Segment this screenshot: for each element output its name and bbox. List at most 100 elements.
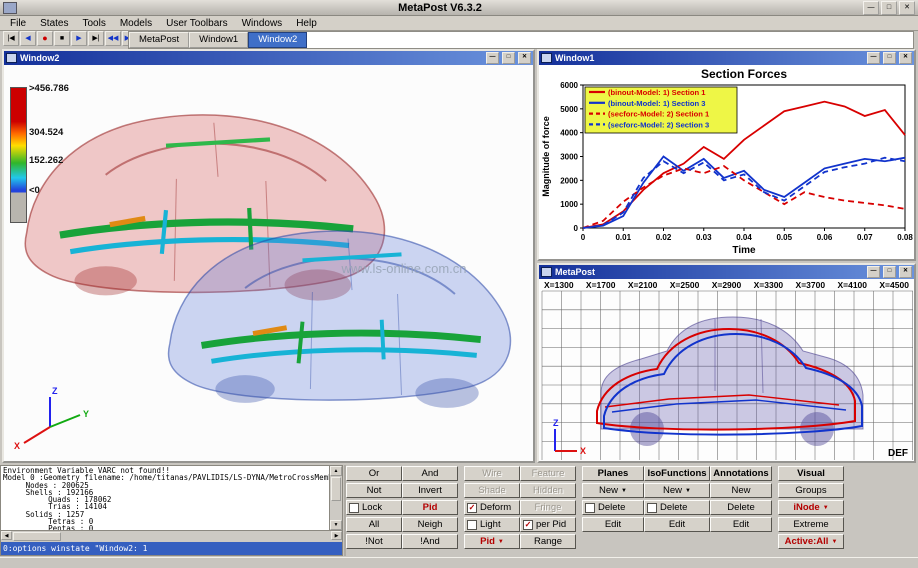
console-lines: Environment Variable VARC not found!!Mod… [3, 467, 328, 530]
hidden-button[interactable]: Hidden [520, 483, 576, 498]
close-icon[interactable]: ✕ [899, 52, 912, 64]
minimize-icon[interactable]: — [867, 266, 880, 278]
horizontal-scrollbar[interactable]: ◀ ▶ [1, 530, 342, 542]
menu-item-0[interactable]: File [4, 18, 32, 29]
neigh-button[interactable]: Neigh [402, 517, 458, 532]
not-button[interactable]: Not [346, 483, 402, 498]
window-icon [6, 53, 17, 63]
vcr-controls: |◀ ◀ ● ■ ▶ ▶| ◀◀ ▶▶ [3, 31, 138, 46]
scroll-up-icon[interactable]: ▲ [330, 466, 342, 476]
planes-delete-toggle[interactable]: Delete [582, 500, 644, 515]
menu-item-4[interactable]: User Toolbars [160, 18, 234, 29]
groups-button[interactable]: Groups [778, 483, 844, 498]
planes-edit-button[interactable]: Edit [582, 517, 644, 532]
last-state-icon[interactable]: ▶| [88, 31, 104, 46]
isofunctions-header-button[interactable]: IsoFunctions [644, 466, 710, 481]
deform-toggle[interactable]: ✓Deform [464, 500, 520, 515]
isofunctions-delete-toggle[interactable]: Delete [644, 500, 710, 515]
close-icon[interactable]: ✕ [899, 266, 912, 278]
annotations-new-button[interactable]: New [710, 483, 772, 498]
maximize-icon[interactable]: □ [883, 266, 896, 278]
inode-dropdown[interactable]: iNode▼ [778, 500, 844, 515]
all-button[interactable]: All [346, 517, 402, 532]
svg-text:Magnitude of force: Magnitude of force [541, 116, 551, 197]
svg-text:3000: 3000 [560, 153, 578, 162]
scrollbar-thumb[interactable] [13, 532, 61, 541]
stop-icon[interactable]: ■ [54, 31, 70, 46]
checkbox-checked[interactable]: ✓ [467, 503, 477, 513]
annotations-header-button[interactable]: Annotations [710, 466, 772, 481]
metapost-titlebar[interactable]: MetaPost — □ ✕ [539, 265, 914, 279]
pid-dropdown[interactable]: Pid▼ [464, 534, 520, 549]
window1-titlebar[interactable]: Window1 — □ ✕ [539, 51, 914, 65]
maximize-icon[interactable]: □ [883, 52, 896, 64]
colorbar-label-max: >456.786 [29, 83, 69, 94]
record-icon[interactable]: ● [37, 31, 53, 46]
menu-item-3[interactable]: Models [114, 18, 158, 29]
minimize-icon[interactable]: — [867, 52, 880, 64]
prev-state-icon[interactable]: ◀ [20, 31, 36, 46]
active-all-dropdown[interactable]: Active:All▼ [778, 534, 844, 549]
checkbox-checked[interactable]: ✓ [523, 520, 533, 530]
not-and-button[interactable]: !And [402, 534, 458, 549]
scroll-right-icon[interactable]: ▶ [331, 531, 342, 540]
wire-button[interactable]: Wire [464, 466, 520, 481]
scrollbar-thumb[interactable] [331, 477, 341, 501]
app-title: MetaPost V6.3.2 [17, 2, 863, 14]
menu-item-5[interactable]: Windows [236, 18, 289, 29]
per-pid-toggle[interactable]: ✓per Pid [520, 517, 576, 532]
close-icon[interactable]: ✕ [518, 52, 531, 64]
2d-viewport[interactable]: Z X [539, 279, 914, 461]
not-not-button[interactable]: !Not [346, 534, 402, 549]
menu-item-6[interactable]: Help [290, 18, 323, 29]
window2: Window2 — □ ✕ [2, 49, 535, 463]
console-output[interactable]: Environment Variable VARC not found!!Mod… [1, 466, 342, 530]
vertical-scrollbar[interactable]: ▲ ▼ [329, 466, 342, 530]
range-button[interactable]: Range [520, 534, 576, 549]
shade-button[interactable]: Shade [464, 483, 520, 498]
fringe-button[interactable]: Fringe [520, 500, 576, 515]
light-toggle[interactable]: Light [464, 517, 520, 532]
svg-text:0.08: 0.08 [897, 233, 913, 242]
section-forces-chart[interactable]: 00.010.020.030.040.050.060.070.080100020… [539, 65, 914, 259]
minimize-icon[interactable]: — [863, 1, 879, 15]
maximize-icon[interactable]: □ [502, 52, 515, 64]
window1-title: Window1 [555, 53, 864, 63]
tab-window2[interactable]: Window2 [248, 32, 307, 48]
svg-text:(binout-Model: 1) Section 1: (binout-Model: 1) Section 1 [608, 88, 706, 97]
play-icon[interactable]: ▶ [71, 31, 87, 46]
menu-bar: FileStatesToolsModelsUser ToolbarsWindow… [0, 16, 918, 31]
isofunctions-new-button[interactable]: New▼ [644, 483, 710, 498]
or-button[interactable]: Or [346, 466, 402, 481]
scroll-left-icon[interactable]: ◀ [1, 531, 12, 540]
minimize-icon[interactable]: — [486, 52, 499, 64]
visual-header-button[interactable]: Visual [778, 466, 844, 481]
planes-header-button[interactable]: Planes [582, 466, 644, 481]
3d-viewport[interactable]: www.ls-online.com.cn Z Y X [4, 65, 533, 461]
annotations-delete-button[interactable]: Delete [710, 500, 772, 515]
maximize-icon[interactable]: □ [881, 1, 897, 15]
extreme-button[interactable]: Extreme [778, 517, 844, 532]
feature-button[interactable]: Feature [520, 466, 576, 481]
checkbox[interactable] [647, 503, 657, 513]
pid-button[interactable]: Pid [402, 500, 458, 515]
rewind-icon[interactable]: ◀◀ [105, 31, 121, 46]
checkbox[interactable] [467, 520, 477, 530]
first-state-icon[interactable]: |◀ [3, 31, 19, 46]
lock-toggle[interactable]: Lock [346, 500, 402, 515]
scroll-down-icon[interactable]: ▼ [330, 520, 342, 530]
menu-item-2[interactable]: Tools [76, 18, 111, 29]
planes-new-button[interactable]: New▼ [582, 483, 644, 498]
window2-titlebar[interactable]: Window2 — □ ✕ [4, 51, 533, 65]
command-line-input[interactable]: 0:options winstate "Window2: 1 [1, 542, 342, 555]
checkbox[interactable] [349, 503, 359, 513]
tab-window1[interactable]: Window1 [189, 32, 248, 48]
and-button[interactable]: And [402, 466, 458, 481]
tab-metapost[interactable]: MetaPost [129, 32, 189, 48]
isofunctions-edit-button[interactable]: Edit [644, 517, 710, 532]
invert-button[interactable]: Invert [402, 483, 458, 498]
close-icon[interactable]: ✕ [899, 1, 915, 15]
checkbox[interactable] [585, 503, 595, 513]
menu-item-1[interactable]: States [34, 18, 74, 29]
annotations-edit-button[interactable]: Edit [710, 517, 772, 532]
